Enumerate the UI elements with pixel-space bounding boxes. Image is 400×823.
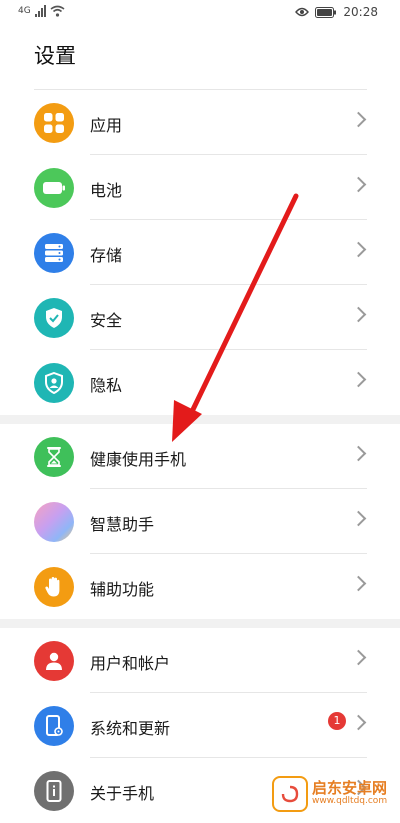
wifi-icon	[50, 5, 65, 17]
settings-item-battery[interactable]: 电池	[0, 155, 400, 220]
watermark-title: 启东安卓网	[312, 779, 388, 798]
page-title: 设置	[34, 44, 76, 68]
network-type-label: 4G	[18, 6, 31, 16]
user-icon	[34, 641, 74, 681]
chevron-right-icon	[350, 445, 367, 462]
settings-item-label: 智慧助手	[90, 515, 155, 534]
about-phone-icon	[34, 771, 74, 811]
group-gap	[0, 415, 400, 424]
settings-item-label: 辅助功能	[90, 580, 155, 599]
chevron-right-icon	[350, 306, 367, 323]
settings-item-system-update[interactable]: 系统和更新 1	[0, 693, 400, 758]
chevron-right-icon	[350, 241, 367, 258]
hourglass-icon	[34, 437, 74, 477]
settings-item-accessibility[interactable]: 辅助功能	[0, 554, 400, 619]
chevron-right-icon	[350, 575, 367, 592]
settings-item-label: 健康使用手机	[90, 450, 187, 469]
eye-comfort-icon	[295, 7, 310, 17]
battery-status-icon	[315, 6, 337, 18]
assistant-icon	[34, 502, 74, 542]
storage-icon	[34, 233, 74, 273]
settings-group-smart: 健康使用手机 智慧助手 辅助功能	[0, 424, 400, 619]
settings-item-label: 安全	[90, 311, 123, 330]
settings-item-label: 应用	[90, 116, 123, 135]
update-count-badge: 1	[328, 712, 346, 730]
chevron-right-icon	[350, 714, 367, 731]
chevron-right-icon	[350, 371, 367, 388]
settings-item-label: 存储	[90, 246, 123, 265]
settings-item-privacy[interactable]: 隐私	[0, 350, 400, 415]
settings-item-storage[interactable]: 存储	[0, 220, 400, 285]
watermark: 启东安卓网 www.qdltdq.com	[272, 776, 396, 812]
status-bar: 4G 20:28	[0, 0, 400, 26]
chevron-right-icon	[350, 510, 367, 527]
settings-item-users-accounts[interactable]: 用户和帐户	[0, 628, 400, 693]
settings-item-label: 用户和帐户	[90, 654, 171, 673]
watermark-logo-icon	[272, 776, 308, 812]
group-gap	[0, 619, 400, 628]
clock: 20:28	[343, 5, 378, 19]
battery-icon	[34, 168, 74, 208]
system-update-icon	[34, 706, 74, 746]
settings-item-smart-assistant[interactable]: 智慧助手	[0, 489, 400, 554]
settings-item-security[interactable]: 安全	[0, 285, 400, 350]
settings-item-label: 系统和更新	[90, 719, 171, 738]
hand-icon	[34, 567, 74, 607]
settings-item-label: 隐私	[90, 376, 123, 395]
privacy-icon	[34, 363, 74, 403]
security-shield-icon	[34, 298, 74, 338]
chevron-right-icon	[350, 176, 367, 193]
watermark-url: www.qdltdq.com	[312, 796, 388, 807]
chevron-right-icon	[350, 649, 367, 666]
settings-group-device: 应用 电池 存储 安全 隐私	[0, 90, 400, 415]
settings-item-apps[interactable]: 应用	[0, 90, 400, 155]
chevron-right-icon	[350, 111, 367, 128]
settings-item-digital-balance[interactable]: 健康使用手机	[0, 424, 400, 489]
settings-item-label: 电池	[90, 181, 123, 200]
apps-icon	[34, 103, 74, 143]
settings-item-label: 关于手机	[90, 784, 155, 803]
signal-icon	[34, 5, 46, 17]
